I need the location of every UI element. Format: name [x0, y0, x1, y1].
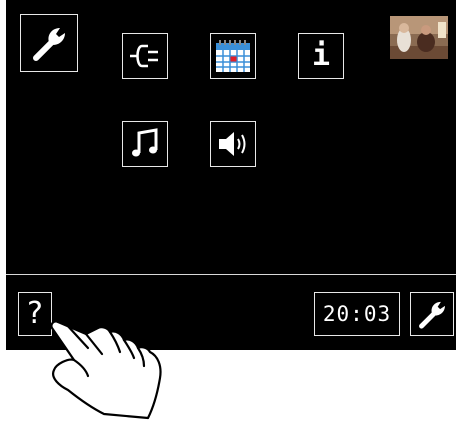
clock-time: 20:03: [322, 302, 392, 326]
info-tile[interactable]: i: [298, 33, 344, 79]
speaker-volume-icon: [219, 132, 246, 156]
photo-thumbnail[interactable]: [390, 16, 448, 59]
wrench-icon: [33, 28, 65, 61]
power-plug-icon: [130, 44, 158, 68]
info-icon: i: [311, 38, 331, 73]
settings-tile[interactable]: [20, 14, 78, 72]
settings-button[interactable]: [410, 292, 454, 336]
clock-display[interactable]: 20:03: [314, 292, 400, 336]
wrench-icon: [419, 301, 445, 329]
bottom-bar-divider: [6, 274, 456, 275]
volume-tile[interactable]: [210, 121, 256, 167]
calendar-tile[interactable]: [210, 33, 256, 79]
calendar-icon: [216, 40, 250, 72]
photo-image: [390, 16, 448, 59]
music-note-icon: [132, 128, 158, 157]
device-screen: i ? 20:03: [6, 0, 456, 350]
pointing-hand-icon: [30, 316, 180, 424]
music-tile[interactable]: [122, 121, 168, 167]
power-tile[interactable]: [122, 33, 168, 79]
